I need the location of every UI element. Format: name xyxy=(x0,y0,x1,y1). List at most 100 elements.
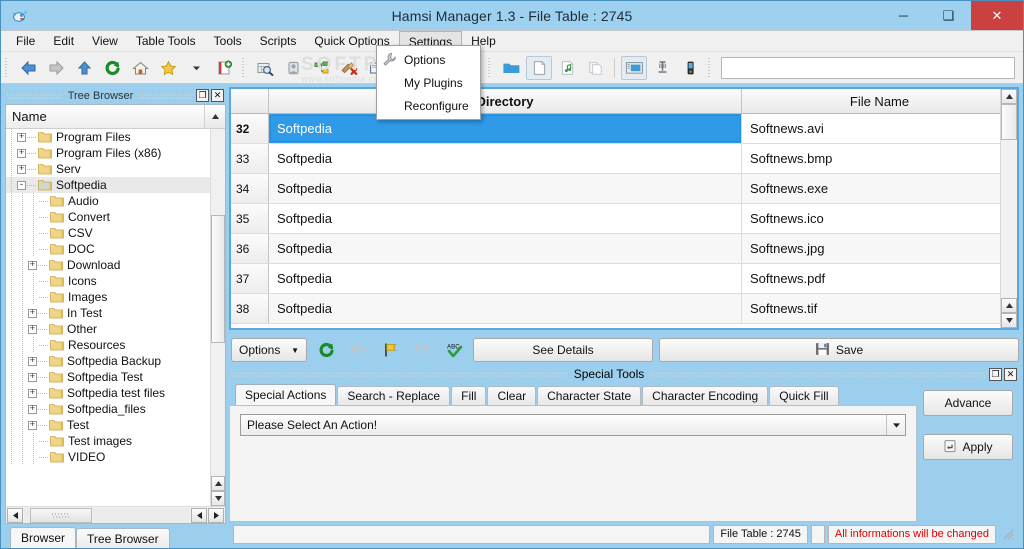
star-icon[interactable] xyxy=(155,56,181,80)
tree-item-softpedia-test[interactable]: + Softpedia Test xyxy=(6,369,210,385)
tree-horizontal-scrollbar[interactable] xyxy=(6,506,225,523)
menu-item-reconfigure[interactable]: Reconfigure xyxy=(377,94,480,117)
file-icon[interactable] xyxy=(526,55,552,80)
tree-item-softpedia[interactable]: - Softpedia xyxy=(6,177,210,193)
new-document-icon[interactable] xyxy=(211,56,237,80)
tab-character-state[interactable]: Character State xyxy=(537,386,642,405)
tree-item-other[interactable]: + Other xyxy=(6,321,210,337)
file-table-scroll-up-button[interactable] xyxy=(1001,89,1017,104)
file-table-scroll-thumb[interactable] xyxy=(1001,104,1017,140)
table-row[interactable]: 35 Softpedia Softnews.ico xyxy=(231,204,1017,234)
menu-scripts[interactable]: Scripts xyxy=(251,31,306,51)
row-directory[interactable]: Softpedia xyxy=(269,234,742,263)
search-table-icon[interactable] xyxy=(252,56,278,80)
file-table-scroll-down-button-a[interactable] xyxy=(1001,298,1017,313)
row-filename[interactable]: Softnews.ico xyxy=(742,204,1017,233)
clean-icon[interactable] xyxy=(336,56,362,80)
tree-expander[interactable]: + xyxy=(28,308,37,318)
special-tools-float-button[interactable]: ❐ xyxy=(989,367,1002,381)
tree-hscroll-track[interactable] xyxy=(24,507,190,523)
tree-icon[interactable] xyxy=(308,56,334,80)
file-table-header-index[interactable] xyxy=(231,89,269,113)
table-row[interactable]: 36 Softpedia Softnews.jpg xyxy=(231,234,1017,264)
tree-item-test[interactable]: + Test xyxy=(6,417,210,433)
menu-view[interactable]: View xyxy=(83,31,127,51)
device-icon[interactable] xyxy=(677,56,703,80)
spellcheck-icon[interactable]: ABC xyxy=(441,338,467,362)
table-row[interactable]: 32 Softpedia Softnews.avi xyxy=(231,114,1017,144)
tree-item-serv[interactable]: + Serv xyxy=(6,161,210,177)
forward-icon[interactable] xyxy=(43,56,69,80)
tab-character-encoding[interactable]: Character Encoding xyxy=(642,386,769,405)
search-input[interactable] xyxy=(721,56,1015,79)
tree-expander[interactable]: + xyxy=(17,164,26,174)
dock-drag-handle-2[interactable] xyxy=(139,92,195,99)
copy-icon[interactable] xyxy=(582,56,608,80)
tree-hscroll-right-button-b[interactable] xyxy=(208,507,224,523)
tab-tree-browser[interactable]: Tree Browser xyxy=(76,528,170,548)
tree-expander[interactable]: + xyxy=(28,260,37,270)
tree-item-softpedia-files[interactable]: + Softpedia_files xyxy=(6,401,210,417)
file-table-header-directory[interactable]: Directory xyxy=(269,89,742,113)
row-filename[interactable]: Softnews.avi xyxy=(742,114,1017,143)
row-directory[interactable]: Softpedia xyxy=(269,204,742,233)
tab-browser[interactable]: Browser xyxy=(10,527,77,548)
refresh-icon[interactable] xyxy=(99,56,125,80)
column-icon[interactable] xyxy=(649,56,675,80)
file-table-header-filename[interactable]: File Name xyxy=(742,89,1017,113)
tree-header-scroll-up[interactable] xyxy=(205,105,225,128)
special-tools-drag-handle-2[interactable] xyxy=(650,371,987,377)
special-tools-close-button[interactable]: ✕ xyxy=(1004,367,1017,381)
row-filename[interactable]: Softnews.tif xyxy=(742,294,1017,323)
special-tools-drag-handle[interactable] xyxy=(231,371,568,377)
tree-expander[interactable]: + xyxy=(28,372,37,382)
menu-table-tools[interactable]: Table Tools xyxy=(127,31,205,51)
advance-button[interactable]: Advance xyxy=(923,390,1013,416)
tree-item-in-test[interactable]: + In Test xyxy=(6,305,210,321)
apply-button[interactable]: Apply xyxy=(923,434,1013,460)
tree-item-program-files-x86[interactable]: + Program Files (x86) xyxy=(6,145,210,161)
flag-icon[interactable] xyxy=(377,338,403,362)
tree-item-softpedia-backup[interactable]: + Softpedia Backup xyxy=(6,353,210,369)
info-icon[interactable] xyxy=(280,56,306,80)
chevron-down-icon[interactable] xyxy=(886,415,905,435)
minimize-button[interactable]: ─ xyxy=(881,1,926,30)
menu-tools[interactable]: Tools xyxy=(205,31,251,51)
file-table-vertical-scrollbar[interactable] xyxy=(1000,89,1017,328)
home-icon[interactable] xyxy=(127,56,153,80)
row-filename[interactable]: Softnews.bmp xyxy=(742,144,1017,173)
tab-quick-fill[interactable]: Quick Fill xyxy=(769,386,839,405)
tab-search-replace[interactable]: Search - Replace xyxy=(337,386,451,405)
tree-hscroll-left-button[interactable] xyxy=(7,507,23,523)
tree-expander[interactable]: + xyxy=(28,420,37,430)
tree-expander[interactable]: - xyxy=(17,180,26,190)
music-file-icon[interactable] xyxy=(554,56,580,80)
row-filename[interactable]: Softnews.exe xyxy=(742,174,1017,203)
tree-expander[interactable]: + xyxy=(28,404,37,414)
close-button[interactable]: ✕ xyxy=(971,1,1023,30)
save-button[interactable]: Save xyxy=(659,338,1019,362)
tree-expander[interactable]: + xyxy=(17,148,26,158)
tree-column-name[interactable]: Name xyxy=(6,105,205,128)
tree-item-convert[interactable]: Convert xyxy=(6,209,210,225)
tree-item-icons[interactable]: Icons xyxy=(6,273,210,289)
tree-item-images[interactable]: Images xyxy=(6,289,210,305)
redo-icon[interactable] xyxy=(409,338,435,362)
tree-expander[interactable]: + xyxy=(28,324,37,334)
tree-item-resources[interactable]: Resources xyxy=(6,337,210,353)
tree-vertical-scrollbar[interactable] xyxy=(210,129,225,506)
row-filename[interactable]: Softnews.pdf xyxy=(742,264,1017,293)
tree-scroll-down-button[interactable] xyxy=(211,491,225,506)
menu-item-options[interactable]: Options xyxy=(377,48,480,71)
tree-scroll-thumb[interactable] xyxy=(211,215,225,343)
tree-item-csv[interactable]: CSV xyxy=(6,225,210,241)
menu-edit[interactable]: Edit xyxy=(44,31,83,51)
dock-drag-handle[interactable] xyxy=(7,92,62,99)
row-directory[interactable]: Softpedia xyxy=(269,114,742,143)
table-row[interactable]: 33 Softpedia Softnews.bmp xyxy=(231,144,1017,174)
tree-item-download[interactable]: + Download xyxy=(6,257,210,273)
tree-item-video[interactable]: VIDEO xyxy=(6,449,210,465)
up-icon[interactable] xyxy=(71,56,97,80)
options-button[interactable]: Options ▼ xyxy=(231,338,307,362)
table-row[interactable]: 37 Softpedia Softnews.pdf xyxy=(231,264,1017,294)
